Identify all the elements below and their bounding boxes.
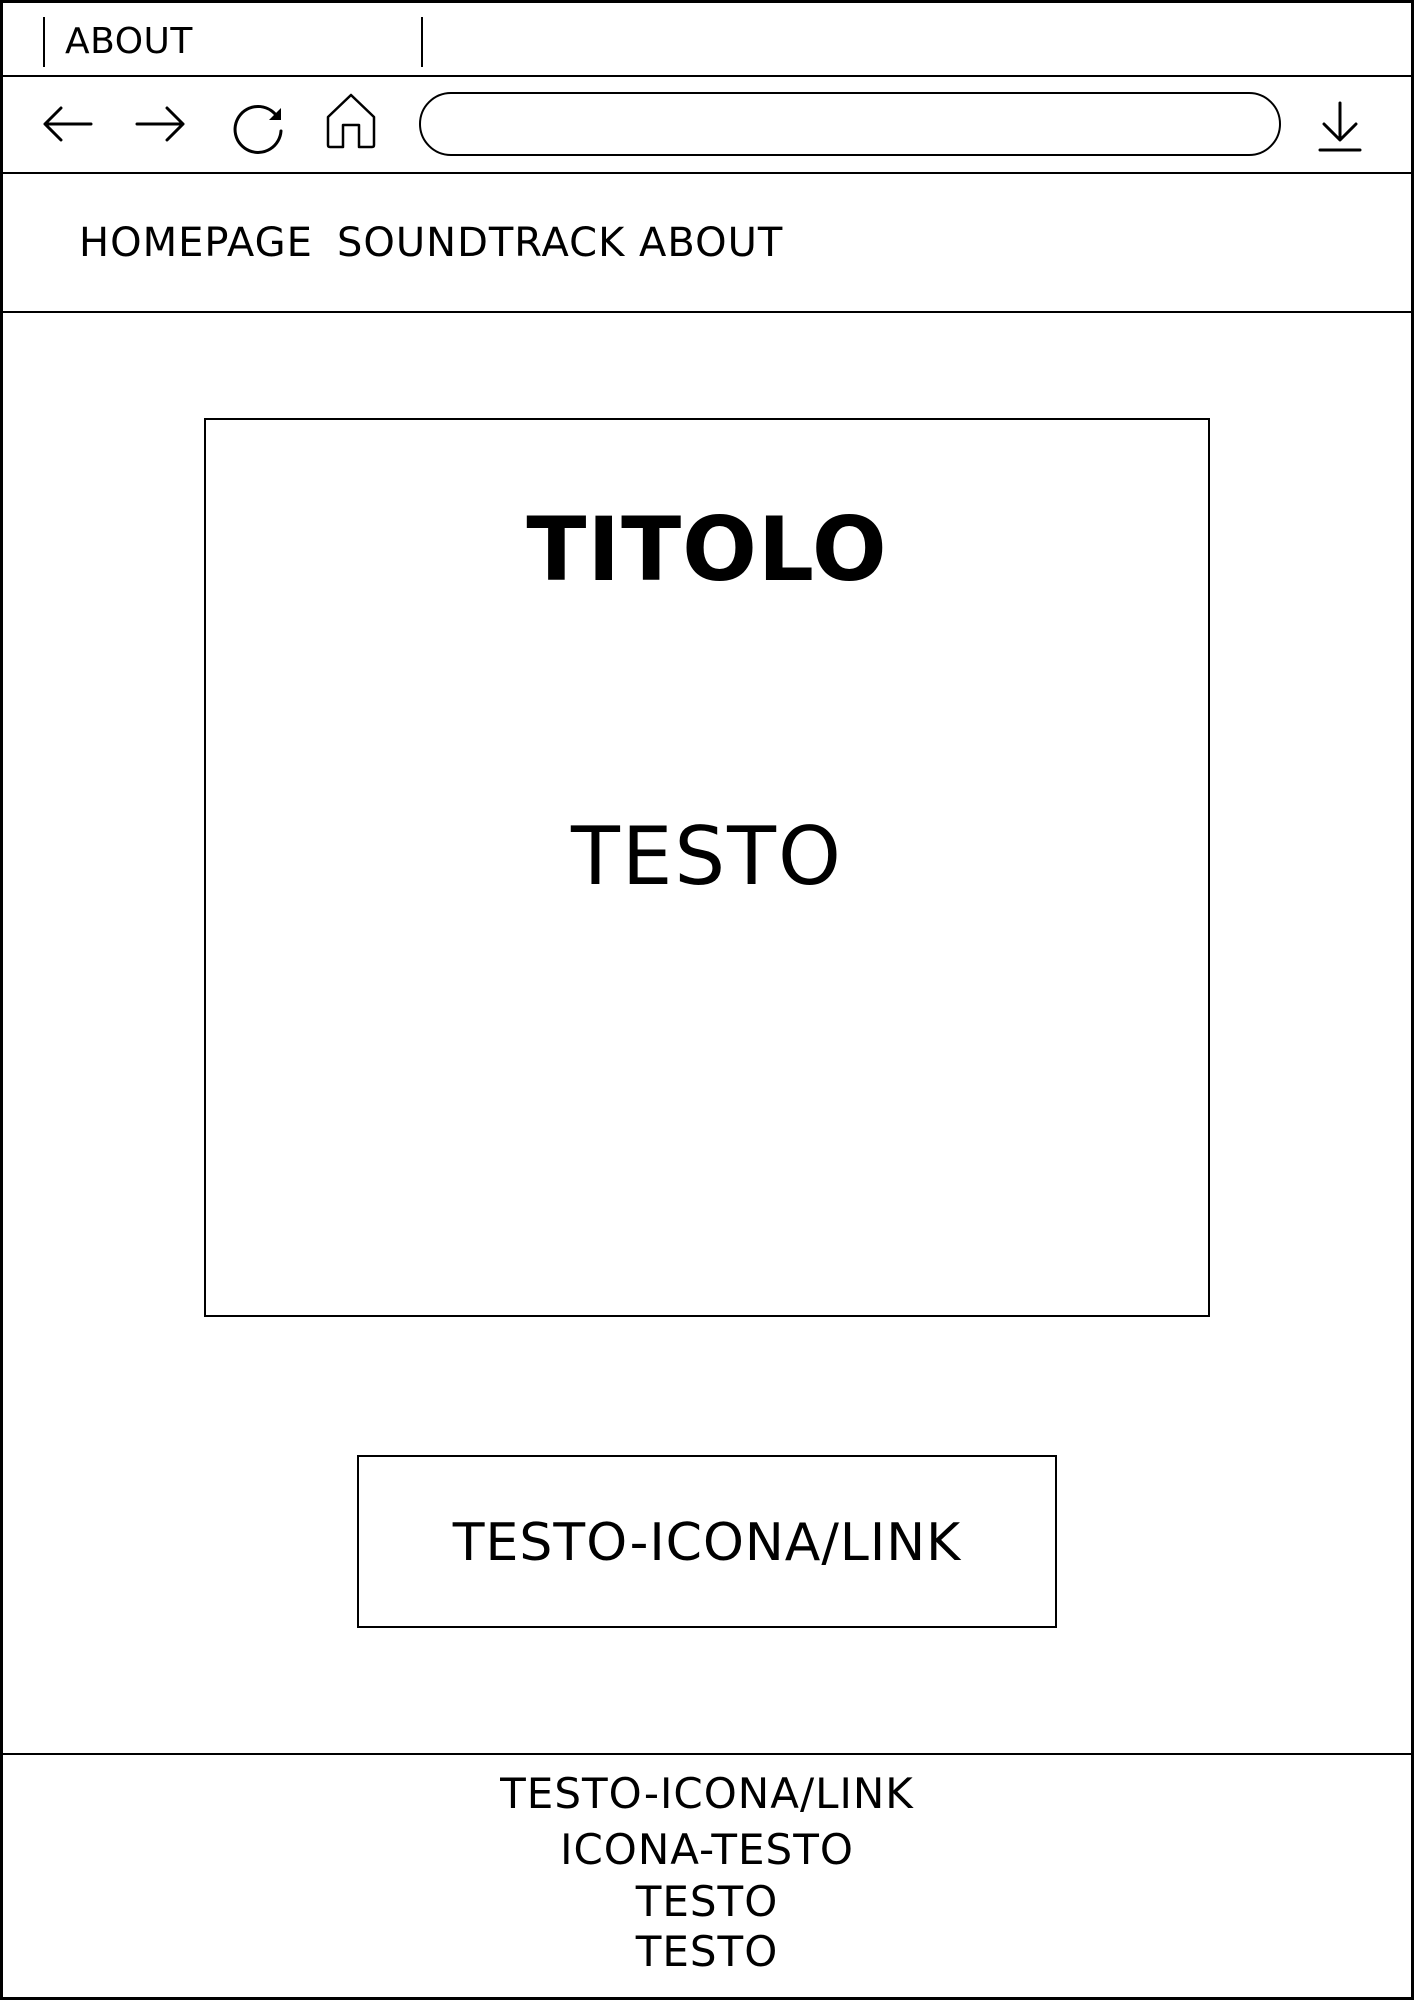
arrow-right-icon[interactable]	[133, 99, 189, 149]
arrow-left-icon[interactable]	[39, 99, 95, 149]
footer-text: TESTO	[635, 1877, 779, 1926]
address-bar[interactable]	[419, 92, 1281, 156]
footer-icon-text[interactable]: ICONA-TESTO	[3, 1825, 1411, 1874]
tab-about[interactable]: ABOUT	[43, 17, 423, 67]
footer: TESTO-ICONA/LINK ICONA-TESTO TESTO TESTO	[3, 1753, 1411, 1999]
download-icon[interactable]	[1316, 99, 1364, 155]
icon-link-label: TESTO-ICONA/LINK	[452, 1513, 962, 1573]
tab-bar: ABOUT	[3, 3, 1411, 77]
body-text: TESTO	[570, 810, 844, 903]
site-navigation: HOMEPAGE SOUNDTRACK ABOUT	[3, 174, 1411, 313]
footer-icon-link[interactable]: TESTO-ICONA/LINK	[3, 1769, 1411, 1818]
footer-text: TESTO	[635, 1927, 779, 1976]
browser-toolbar	[3, 77, 1411, 174]
tab-label: ABOUT	[65, 21, 193, 62]
content-card: TITOLO TESTO	[204, 418, 1210, 1317]
page-title: TITOLO	[526, 498, 888, 601]
home-icon[interactable]	[323, 92, 379, 150]
reload-icon[interactable]	[229, 95, 289, 155]
nav-item-about[interactable]: ABOUT	[639, 220, 783, 266]
icon-link-button[interactable]: TESTO-ICONA/LINK	[357, 1455, 1057, 1628]
nav-item-homepage[interactable]: HOMEPAGE	[79, 220, 313, 266]
nav-item-soundtrack[interactable]: SOUNDTRACK	[337, 220, 625, 266]
